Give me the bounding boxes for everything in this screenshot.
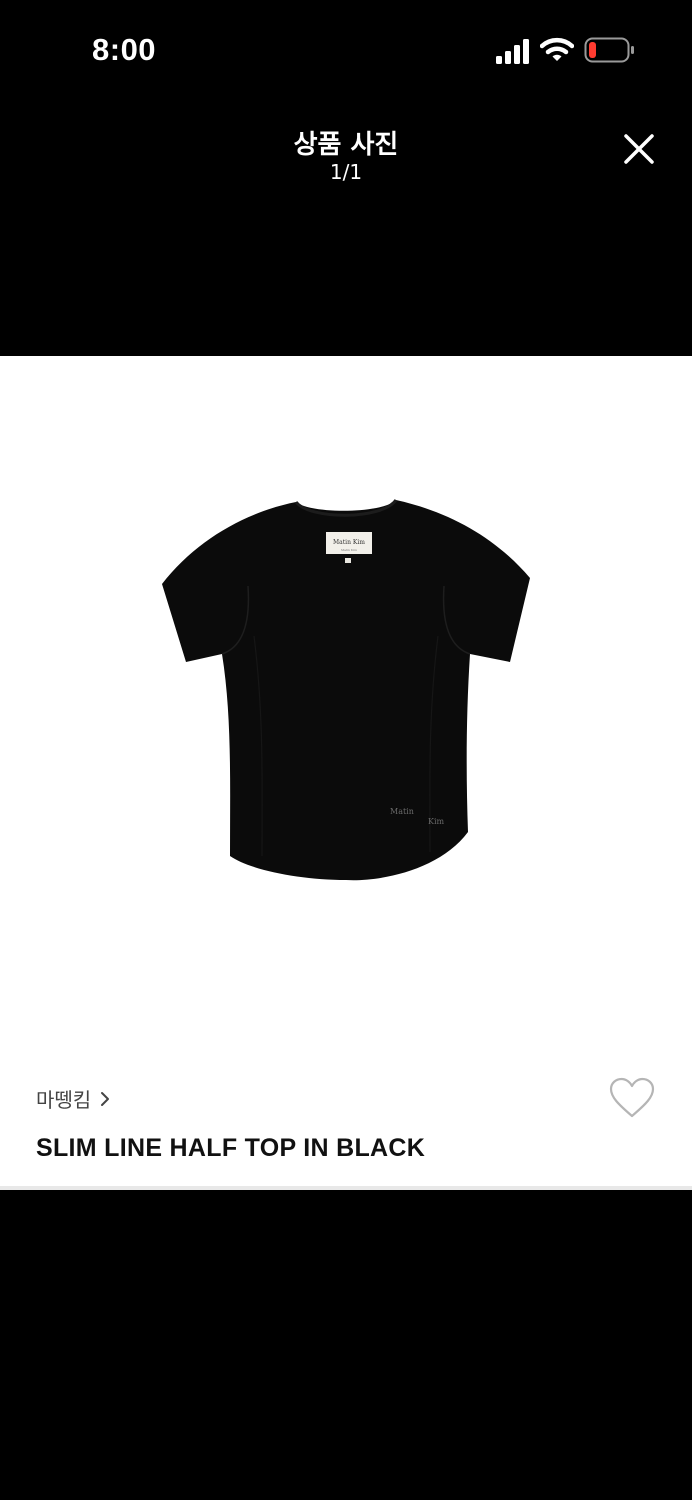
wifi-icon	[540, 37, 574, 61]
print-text-1: Matin	[390, 807, 414, 816]
brand-link[interactable]: 마뗑킴	[36, 1084, 112, 1113]
neck-label-text: Matin Kim	[333, 539, 365, 546]
page-title: 상품 사진	[293, 130, 399, 160]
status-bar: 8:00	[0, 0, 692, 100]
photo-viewer-header: 상품 사진 1/1	[0, 100, 692, 356]
close-icon[interactable]	[614, 124, 664, 174]
bottom-backdrop	[0, 1190, 692, 1500]
chevron-right-icon	[101, 1092, 110, 1106]
product-info: 마뗑킴 SLIM LINE HALF TOP IN BLACK	[0, 1056, 692, 1188]
tshirt-shape	[162, 500, 530, 881]
status-time: 8:00	[92, 32, 157, 67]
print-text-2: Kim	[428, 817, 445, 826]
battery-low-icon	[584, 37, 634, 63]
heart-outline-icon[interactable]	[608, 1076, 656, 1120]
product-name: SLIM LINE HALF TOP IN BLACK	[36, 1134, 426, 1162]
brand-name: 마뗑킴	[36, 1088, 92, 1112]
photo-counter: 1/1	[329, 160, 363, 184]
cellular-signal-icon	[496, 39, 529, 64]
product-photo-area[interactable]: Matin Kim Matin Kim Matin Kim	[0, 356, 692, 1056]
product-image: Matin Kim Matin Kim Matin Kim	[162, 498, 530, 881]
neck-label-subtext: Matin Kim	[341, 548, 357, 552]
